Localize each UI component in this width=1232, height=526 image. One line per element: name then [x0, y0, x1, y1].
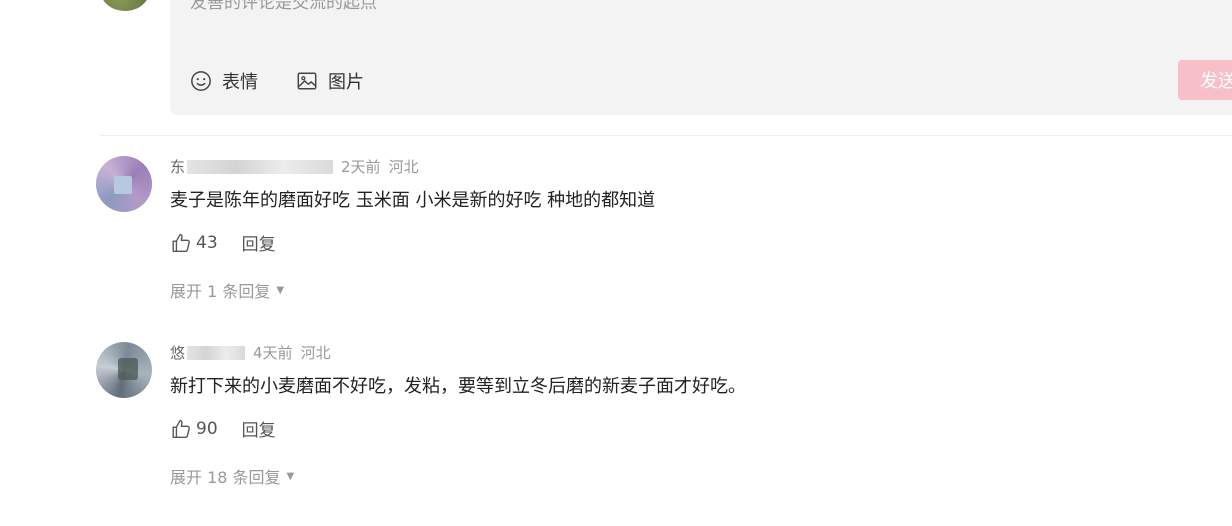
comment-actions: 90 回复 [170, 416, 276, 441]
like-button[interactable]: 43 [170, 232, 218, 254]
avatar[interactable] [96, 156, 152, 212]
comment-actions: 43 回复 [170, 230, 276, 255]
comment-input[interactable]: 友善的评论是交流的起点 [190, 0, 377, 13]
expand-replies-label: 展开 1 条回复 [170, 282, 271, 301]
current-user-avatar [100, 0, 150, 11]
emoji-icon [191, 71, 211, 91]
like-count: 43 [196, 232, 218, 253]
avatar[interactable] [96, 342, 152, 398]
caret-down-icon: ▼ [276, 284, 285, 296]
thumbs-up-icon [172, 233, 190, 252]
username[interactable]: 悠 [170, 342, 185, 363]
image-icon [297, 72, 317, 90]
caret-down-icon: ▼ [286, 470, 295, 482]
comment-text: 新打下来的小麦磨面不好吃，发粘，要等到立冬后磨的新麦子面才好吃。 [170, 376, 746, 397]
username[interactable]: 东 [170, 156, 185, 177]
divider [100, 135, 1232, 136]
username-redacted [187, 159, 334, 174]
comment-location: 河北 [388, 158, 419, 176]
expand-replies-button[interactable]: 展开 1 条回复 ▼ [170, 278, 284, 302]
reply-button[interactable]: 回复 [242, 230, 276, 255]
send-button[interactable]: 发送 [1178, 60, 1232, 100]
like-count: 90 [196, 418, 218, 439]
comment-item: 东 2天前 河北 麦子是陈年的磨面好吃 玉米面 小米是新的好吃 种地的都知道 4… [96, 156, 1232, 306]
thumbs-up-icon [172, 419, 190, 438]
expand-replies-label: 展开 18 条回复 [170, 468, 281, 487]
editor-toolbar: 表情 图片 [190, 68, 402, 94]
comment-location: 河北 [300, 344, 331, 362]
comment-item: 悠 4天前 河北 新打下来的小麦磨面不好吃，发粘，要等到立冬后磨的新麦子面才好吃… [96, 342, 1232, 492]
like-button[interactable]: 90 [170, 418, 218, 440]
expand-replies-button[interactable]: 展开 18 条回复 ▼ [170, 464, 294, 488]
reply-button[interactable]: 回复 [242, 416, 276, 441]
image-button[interactable]: 图片 [296, 68, 364, 94]
comment-meta: 东 2天前 河北 [170, 156, 419, 177]
comment-time: 2天前 [341, 158, 381, 176]
comment-meta: 悠 4天前 河北 [170, 342, 331, 363]
emoji-label: 表情 [222, 72, 258, 93]
comment-time: 4天前 [253, 344, 293, 362]
comment-text: 麦子是陈年的磨面好吃 玉米面 小米是新的好吃 种地的都知道 [170, 190, 656, 211]
comment-editor[interactable]: 友善的评论是交流的起点 表情 图片 发送 [170, 0, 1232, 115]
username-redacted [187, 345, 246, 360]
image-label: 图片 [328, 72, 364, 93]
emoji-button[interactable]: 表情 [190, 68, 258, 94]
